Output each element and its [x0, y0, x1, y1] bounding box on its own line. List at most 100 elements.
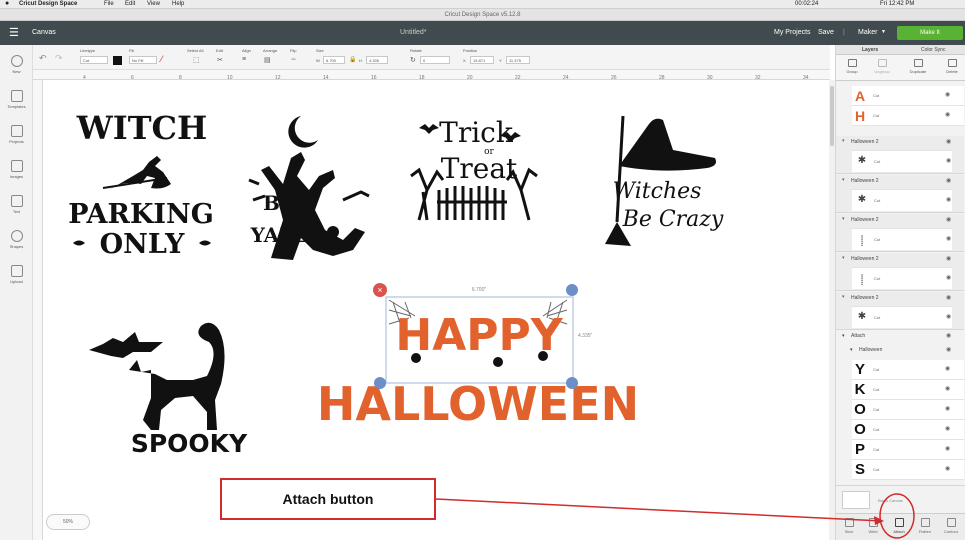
layer-item[interactable]: ⸽ Cut ◉: [852, 228, 952, 250]
layer-item[interactable]: A Cut ◉: [852, 86, 964, 106]
eye-icon[interactable]: ◉: [946, 177, 951, 184]
app-menu-name[interactable]: Cricut Design Space: [19, 1, 77, 7]
layer-item[interactable]: H Cut ◉: [852, 106, 964, 126]
rail-images[interactable]: Images: [0, 160, 33, 179]
chevron-down-icon[interactable]: ▼: [881, 29, 886, 35]
chevron-down-icon[interactable]: ▾: [850, 347, 853, 353]
make-it-button[interactable]: Make It: [897, 26, 963, 40]
width-input[interactable]: 6.700: [323, 56, 345, 64]
eye-icon[interactable]: ◉: [946, 157, 951, 164]
weld-button[interactable]: Weld: [862, 518, 884, 534]
design-trick-or-treat[interactable]: Trick or Treat: [410, 116, 538, 221]
arrange-icon[interactable]: ▤: [264, 56, 271, 64]
slice-button[interactable]: Slice: [838, 518, 860, 534]
apple-icon[interactable]: ●: [5, 0, 9, 7]
color-swatch[interactable]: [113, 56, 122, 65]
menu-view[interactable]: View: [147, 1, 160, 7]
chevron-down-icon[interactable]: ▾: [842, 216, 845, 222]
eye-icon[interactable]: ◉: [945, 445, 950, 452]
eye-icon[interactable]: ◉: [945, 111, 950, 118]
rail-projects[interactable]: Projects: [0, 125, 33, 144]
design-spooky[interactable]: SPOOKY: [89, 322, 248, 458]
eye-icon[interactable]: ◉: [945, 91, 950, 98]
select-all-label[interactable]: Select All: [187, 48, 203, 53]
design-witches-be-crazy[interactable]: Witches Be Crazy: [605, 115, 724, 246]
eye-icon[interactable]: ◉: [946, 274, 951, 281]
linetype-select[interactable]: Cut: [80, 56, 108, 64]
layer-item[interactable]: K Cut ◉: [852, 380, 964, 400]
design-happy-halloween[interactable]: 6.700" 4.335" HAPPY HALLOWEEN ×: [317, 283, 639, 431]
design-boo-yall[interactable]: BOO YALL: [248, 116, 370, 260]
layer-group[interactable]: ▾ Halloween 2 ◉ ✱ Cut ◉: [836, 175, 964, 213]
chevron-down-icon[interactable]: ▾: [842, 177, 845, 183]
flatten-button[interactable]: Flatten: [914, 518, 936, 534]
pen-icon[interactable]: ⁄: [161, 54, 163, 64]
eye-icon[interactable]: ◉: [946, 235, 951, 242]
undo-icon[interactable]: ↶: [39, 53, 47, 64]
eye-icon[interactable]: ◉: [946, 313, 951, 320]
group-button[interactable]: Group: [840, 59, 864, 74]
menu-edit[interactable]: Edit: [125, 1, 135, 7]
eye-icon[interactable]: ◉: [946, 216, 951, 223]
eye-icon[interactable]: ◉: [945, 425, 950, 432]
arrange-label[interactable]: Arrange: [263, 48, 277, 53]
delete-button[interactable]: Delete: [940, 59, 964, 74]
design-witch-parking[interactable]: WITCH PARKING ONLY: [68, 109, 214, 260]
chevron-down-icon[interactable]: ▾: [842, 138, 845, 144]
layer-item[interactable]: ✱ Cut ◉: [852, 306, 952, 328]
tab-layers[interactable]: Layers: [862, 47, 878, 53]
rail-shapes[interactable]: Shapes: [0, 230, 33, 249]
blank-canvas-swatch[interactable]: [842, 491, 870, 509]
x-input[interactable]: 15.871: [470, 56, 494, 64]
fill-select[interactable]: No Fill: [129, 56, 157, 64]
halloween-subgroup-header[interactable]: ▾ Halloween ◉: [844, 345, 964, 357]
lock-icon[interactable]: 🔒: [349, 56, 356, 63]
rail-templates[interactable]: Templates: [0, 90, 33, 109]
menu-file[interactable]: File: [104, 1, 114, 7]
eye-icon[interactable]: ◉: [946, 196, 951, 203]
rotate-input[interactable]: 0: [420, 56, 450, 64]
layer-item[interactable]: P Cut ◉: [852, 440, 964, 460]
save-button[interactable]: Save: [818, 29, 834, 36]
lock-handle-icon[interactable]: [374, 377, 386, 389]
resize-handle-icon[interactable]: [566, 377, 578, 389]
ungroup-button[interactable]: Ungroup: [870, 59, 894, 74]
flip-label[interactable]: Flip: [290, 48, 296, 53]
eye-icon[interactable]: ◉: [946, 332, 951, 339]
rail-new[interactable]: New: [0, 55, 33, 74]
y-input[interactable]: 11.375: [506, 56, 530, 64]
blank-canvas-row[interactable]: Blank Canvas: [836, 485, 965, 513]
chevron-down-icon[interactable]: ▾: [842, 255, 845, 261]
align-icon[interactable]: ≡: [242, 56, 246, 63]
duplicate-button[interactable]: Duplicate: [906, 59, 930, 74]
my-projects-link[interactable]: My Projects: [774, 29, 811, 36]
scissors-icon[interactable]: ✂: [217, 56, 223, 64]
eye-icon[interactable]: ◉: [945, 385, 950, 392]
layer-item[interactable]: S Cut ◉: [852, 460, 964, 480]
layer-item[interactable]: ✱ Cut ◉: [852, 150, 952, 172]
eye-icon[interactable]: ◉: [945, 465, 950, 472]
eye-icon[interactable]: ◉: [946, 255, 951, 262]
layer-group[interactable]: ▾ Halloween 2 ◉ ⸽ Cut ◉: [836, 253, 964, 291]
hamburger-icon[interactable]: ☰: [9, 26, 19, 39]
layer-group[interactable]: ▾ Halloween 2 ◉ ⸽ Cut ◉: [836, 214, 964, 252]
tab-color-sync[interactable]: Color Sync: [921, 47, 945, 53]
chevron-down-icon[interactable]: ▾: [842, 294, 845, 300]
eye-icon[interactable]: ◉: [946, 294, 951, 301]
layer-item[interactable]: ✱ Cut ◉: [852, 189, 952, 211]
flip-icon[interactable]: ⇔: [290, 56, 297, 63]
design-canvas[interactable]: WITCH PARKING ONLY BOO YALL Trick or Tre…: [43, 80, 830, 540]
machine-select[interactable]: Maker: [858, 29, 877, 36]
redo-icon[interactable]: ↷: [55, 53, 63, 64]
align-label[interactable]: Align: [242, 48, 251, 53]
eye-icon[interactable]: ◉: [946, 138, 951, 145]
canvas-scroll-thumb[interactable]: [830, 86, 834, 146]
rail-upload[interactable]: Upload: [0, 265, 33, 284]
select-all-icon[interactable]: ⬚: [193, 56, 200, 64]
zoom-control[interactable]: 50%: [46, 514, 90, 530]
rail-text[interactable]: Text: [0, 195, 33, 214]
eye-icon[interactable]: ◉: [945, 405, 950, 412]
edit-label[interactable]: Edit: [216, 48, 223, 53]
eye-icon[interactable]: ◉: [946, 346, 951, 353]
eye-icon[interactable]: ◉: [945, 365, 950, 372]
